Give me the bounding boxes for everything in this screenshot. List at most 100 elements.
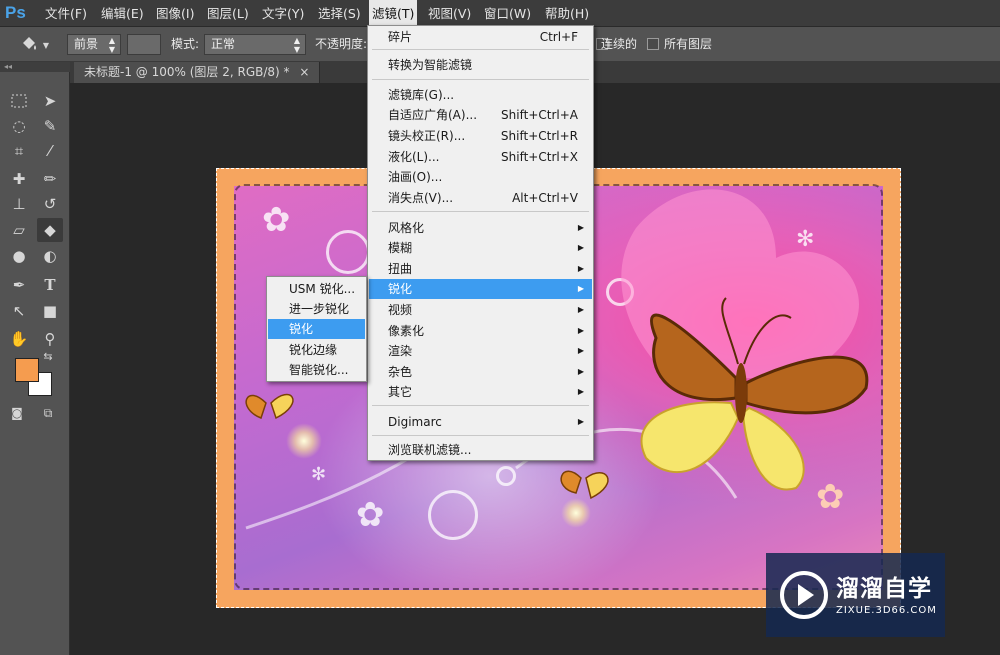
liquify-item[interactable]: 液化(L)... Shift+Ctrl+X [369,147,592,167]
path-selection-tool-icon[interactable]: ↖ [6,299,32,323]
menu-view[interactable]: 视图(V) [428,0,471,27]
adaptive-wide-angle-item[interactable]: 自适应广角(A)... Shift+Ctrl+A [369,105,592,125]
browse-online-filters-item[interactable]: 浏览联机滤镜... [369,440,592,460]
other-submenu-item[interactable]: 其它 ▶ [369,382,592,402]
document-tab-title: 未标题-1 @ 100% (图层 2, RGB/8) * [84,65,290,79]
watermark-url: ZIXUE.3D66.COM [836,605,937,616]
submenu-arrow-icon: ▶ [577,326,584,335]
render-submenu-item[interactable]: 渲染 ▶ [369,341,592,361]
document-tab[interactable]: 未标题-1 @ 100% (图层 2, RGB/8) * × [74,62,321,83]
eraser-tool-icon[interactable]: ▱ [6,218,32,242]
history-brush-tool-icon[interactable]: ↺ [37,192,63,216]
submenu-arrow-icon: ▶ [577,387,584,396]
menu-help[interactable]: 帮助(H) [545,0,589,27]
hand-tool-icon[interactable]: ✋ [6,327,32,351]
sharpen-submenu-item[interactable]: 锐化 ▶ [369,279,592,299]
menu-item-label: 滤镜库(G)... [388,88,455,102]
convert-smart-filter-item[interactable]: 转换为智能滤镜 [369,55,592,75]
menu-item-shortcut: Shift+Ctrl+R [500,129,578,143]
digimarc-submenu-item[interactable]: Digimarc ▶ [369,412,592,432]
quick-selection-tool-icon[interactable]: ✎ [37,114,63,138]
submenu-arrow-icon: ▶ [577,284,584,293]
oil-paint-item[interactable]: 油画(O)... [369,167,592,187]
opacity-label: 不透明度: [315,37,368,51]
brush-tool-icon[interactable]: ✏ [37,167,63,191]
fill-source-select[interactable]: 前景 ▲ ▼ [67,34,121,55]
screen-mode-icon[interactable]: ⧉ [37,402,59,424]
quick-mask-icon[interactable]: ◙ [6,402,28,424]
filter-menu: 碎片 Ctrl+F 转换为智能滤镜 滤镜库(G)... 自适应广角(A)... … [367,25,594,461]
menu-filter[interactable]: 滤镜(T) [369,0,418,27]
paint-bucket-icon[interactable] [18,32,40,56]
menu-item-shortcut: Alt+Ctrl+V [512,191,578,205]
healing-brush-tool-icon[interactable]: ✚ [6,167,32,191]
submenu-arrow-icon: ▶ [577,243,584,252]
dodge-tool-icon[interactable]: ◐ [37,244,63,268]
swap-colors-icon[interactable]: ⇆ [40,348,56,364]
type-tool-icon[interactable]: T [37,273,63,297]
all-layers-label: 所有图层 [664,37,713,51]
pixelate-submenu-item[interactable]: 像素化 ▶ [369,321,592,341]
menu-item-label: 进一步锐化 [289,302,350,316]
unsharp-mask-item[interactable]: USM 锐化... [268,279,365,299]
menu-item-label: 锐化 [388,282,413,296]
menu-type[interactable]: 文字(Y) [262,0,304,27]
stylize-submenu-item[interactable]: 风格化 ▶ [369,218,592,238]
panel-collapse-icon[interactable]: ◂◂ [0,62,70,72]
submenu-arrow-icon: ▶ [577,264,584,273]
pattern-picker[interactable] [127,34,161,55]
menu-window[interactable]: 窗口(W) [484,0,531,27]
menu-divider [372,49,589,50]
menu-bar: Ps 文件(F) 编辑(E) 图像(I) 图层(L) 文字(Y) 选择(S) 滤… [0,0,1000,27]
eyedropper-tool-icon[interactable]: ⁄ [37,139,63,163]
menu-item-label: 扭曲 [388,262,413,276]
lens-correction-item[interactable]: 镜头校正(R)... Shift+Ctrl+R [369,126,592,146]
clone-stamp-tool-icon[interactable]: ⊥ [6,192,32,216]
filter-gallery-item[interactable]: 滤镜库(G)... [369,85,592,105]
menu-item-shortcut: Shift+Ctrl+A [501,108,578,122]
all-layers-checkbox[interactable] [647,38,659,50]
blur-tool-icon[interactable]: ● [6,244,32,268]
menu-divider [372,211,589,212]
submenu-arrow-icon: ▶ [577,417,584,426]
tool-preset-chevron-down-icon[interactable]: ▼ [40,33,52,57]
paint-bucket-tool-icon[interactable]: ◆ [37,218,63,242]
rectangle-tool-icon[interactable]: ■ [37,299,63,323]
menu-item-shortcut: Ctrl+F [539,30,578,44]
menu-item-label: 模糊 [388,241,413,255]
pen-tool-icon[interactable]: ✒ [6,273,32,297]
marquee-tool-icon[interactable] [6,89,32,113]
move-tool-icon[interactable]: ➤ [37,89,63,113]
menu-item-label: Digimarc [388,415,442,429]
mode-select[interactable]: 正常 ▲ ▼ [204,34,306,55]
menu-select[interactable]: 选择(S) [318,0,361,27]
vanishing-point-item[interactable]: 消失点(V)... Alt+Ctrl+V [369,188,592,208]
menu-image[interactable]: 图像(I) [156,0,194,27]
blur-submenu-item[interactable]: 模糊 ▶ [369,238,592,258]
menu-item-label: 其它 [388,385,413,399]
menu-layer[interactable]: 图层(L) [207,0,249,27]
sharpen-more-item[interactable]: 进一步锐化 [268,299,365,319]
menu-item-label: 智能锐化... [289,363,349,377]
sharpen-edges-item[interactable]: 锐化边缘 [268,340,365,360]
menu-file[interactable]: 文件(F) [45,0,87,27]
lasso-tool-icon[interactable]: ◌ [6,114,32,138]
smart-sharpen-item[interactable]: 智能锐化... [268,360,365,380]
sharpen-item[interactable]: 锐化 [268,319,365,339]
crop-tool-icon[interactable]: ⌗ [6,139,32,163]
menu-item-label: 转换为智能滤镜 [388,58,473,72]
fill-source-value: 前景 [74,37,99,51]
tools-panel: ◂◂ ➤ ◌ ✎ ⌗ ⁄ ✚ ✏ ⊥ ↺ ▱ ◆ ● ◐ ✒ T ↖ ■ ✋ ⚲… [0,62,70,655]
menu-edit[interactable]: 编辑(E) [101,0,144,27]
foreground-color-swatch[interactable] [15,358,39,382]
menu-item-label: 液化(L)... [388,150,440,164]
distort-submenu-item[interactable]: 扭曲 ▶ [369,259,592,279]
noise-submenu-item[interactable]: 杂色 ▶ [369,362,592,382]
video-submenu-item[interactable]: 视频 ▶ [369,300,592,320]
submenu-arrow-icon: ▶ [577,346,584,355]
photoshop-logo: Ps [5,3,26,22]
close-tab-icon[interactable]: × [299,65,309,79]
filter-last-item[interactable]: 碎片 Ctrl+F [369,27,592,47]
submenu-arrow-icon: ▶ [577,305,584,314]
select-arrows-icon: ▲ ▼ [293,36,300,54]
